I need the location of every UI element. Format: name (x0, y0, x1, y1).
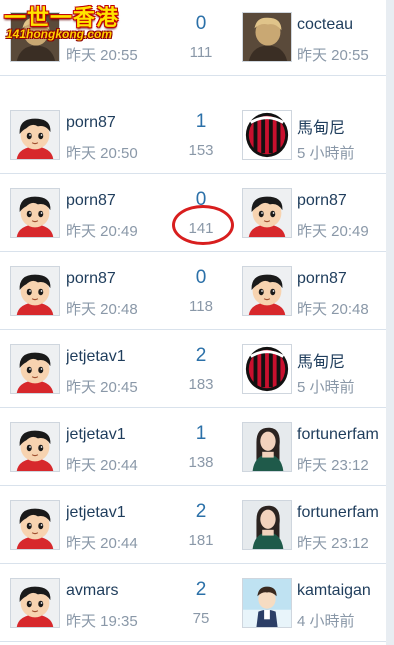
author-name[interactable]: jetjetav1 (66, 426, 176, 444)
scrollbar-track[interactable] (386, 0, 394, 645)
author-name[interactable]: jetjetav1 (66, 348, 176, 366)
reply-count: 2 (195, 579, 207, 600)
author-time: 昨天 20:49 (66, 223, 138, 240)
watermark-url: 141hongkong.com (6, 27, 113, 41)
site-watermark-logo: 一世一香港 141hongkong.com (0, 0, 128, 46)
last-poster-name[interactable]: fortunerfam (297, 504, 386, 522)
cartoon-character-avatar-icon[interactable] (242, 578, 292, 628)
cartoon-boy-avatar-icon[interactable] (10, 344, 60, 394)
view-count: 118 (189, 298, 213, 315)
cartoon-boy-avatar-icon[interactable] (242, 266, 292, 316)
last-post-time[interactable]: 昨天 20:48 (297, 298, 369, 319)
reply-count: 0 (195, 13, 207, 34)
last-post-time[interactable]: 昨天 23:12 (297, 454, 369, 475)
author-name[interactable]: jetjetav1 (66, 504, 176, 522)
author-time: 昨天 20:48 (66, 301, 138, 318)
view-count: 111 (189, 44, 213, 61)
last-poster-name[interactable]: 馬甸尼 (297, 114, 386, 138)
thread-row[interactable]: porn87 昨天 20:48 0 118 porn87 昨天 20:48 (0, 252, 386, 330)
last-post-time[interactable]: 昨天 23:12 (297, 532, 369, 553)
reply-count: 2 (195, 345, 207, 366)
reply-count: 0 (195, 267, 207, 288)
last-post-time[interactable]: 5 小時前 (297, 142, 355, 163)
last-poster-name[interactable]: porn87 (297, 192, 386, 210)
thread-list: 昨天 20:55 0 111 cocteau 昨天 20:55 porn87 昨… (0, 0, 386, 645)
reply-count: 1 (195, 111, 207, 132)
view-count: 138 (188, 454, 214, 471)
cartoon-boy-avatar-icon[interactable] (10, 110, 60, 160)
cartoon-boy-avatar-icon[interactable] (10, 266, 60, 316)
author-name[interactable]: avmars (66, 582, 176, 600)
thread-row[interactable]: jetjetav1 昨天 20:44 1 138 fortunerfam 昨天 … (0, 408, 386, 486)
view-count: 181 (188, 532, 214, 549)
last-poster-name[interactable]: cocteau (297, 16, 386, 34)
author-time: 昨天 20:55 (66, 47, 138, 64)
cartoon-boy-avatar-icon[interactable] (10, 188, 60, 238)
author-name[interactable]: porn87 (66, 270, 176, 288)
cartoon-boy-avatar-icon[interactable] (10, 500, 60, 550)
last-poster-name[interactable]: porn87 (297, 270, 386, 288)
view-count: 183 (188, 376, 214, 393)
ac-milan-badge-icon[interactable] (242, 344, 292, 394)
view-count: 153 (188, 142, 214, 159)
last-poster-name[interactable]: fortunerfam (297, 426, 386, 444)
author-time: 昨天 20:44 (66, 457, 138, 474)
reply-count: 1 (195, 423, 207, 444)
highlight-circle-annotation (172, 205, 234, 245)
photo-avatar-icon[interactable] (242, 422, 292, 472)
author-name[interactable]: porn87 (66, 192, 176, 210)
view-count: 75 (192, 610, 210, 627)
author-time: 昨天 19:35 (66, 613, 138, 630)
last-poster-name[interactable]: kamtaigan (297, 582, 386, 600)
ac-milan-badge-icon[interactable] (242, 110, 292, 160)
last-post-time[interactable]: 5 小時前 (297, 376, 355, 397)
thread-row[interactable]: jetjetav1 昨天 20:44 2 181 fortunerfam 昨天 … (0, 486, 386, 564)
author-time: 昨天 20:50 (66, 145, 138, 162)
last-post-time[interactable]: 4 小時前 (297, 610, 355, 631)
reply-count: 2 (195, 501, 207, 522)
cartoon-boy-avatar-icon[interactable] (10, 422, 60, 472)
author-time: 昨天 20:44 (66, 535, 138, 552)
thread-row[interactable]: porn87 昨天 20:50 1 153 馬甸尼 5 小時前 (0, 96, 386, 174)
photo-avatar-icon[interactable] (242, 12, 292, 62)
thread-row[interactable]: avmars 昨天 19:35 2 75 kamtaigan 4 小時前 (0, 564, 386, 642)
author-time: 昨天 20:45 (66, 379, 138, 396)
photo-avatar-icon[interactable] (242, 500, 292, 550)
last-post-time[interactable]: 昨天 20:49 (297, 220, 369, 241)
cartoon-boy-avatar-icon[interactable] (242, 188, 292, 238)
thread-row[interactable]: jetjetav1 昨天 20:45 2 183 馬甸尼 5 小時前 (0, 330, 386, 408)
last-poster-name[interactable]: 馬甸尼 (297, 348, 386, 372)
cartoon-boy-avatar-icon[interactable] (10, 578, 60, 628)
last-post-time[interactable]: 昨天 20:55 (297, 44, 369, 65)
author-name[interactable]: porn87 (66, 114, 176, 132)
